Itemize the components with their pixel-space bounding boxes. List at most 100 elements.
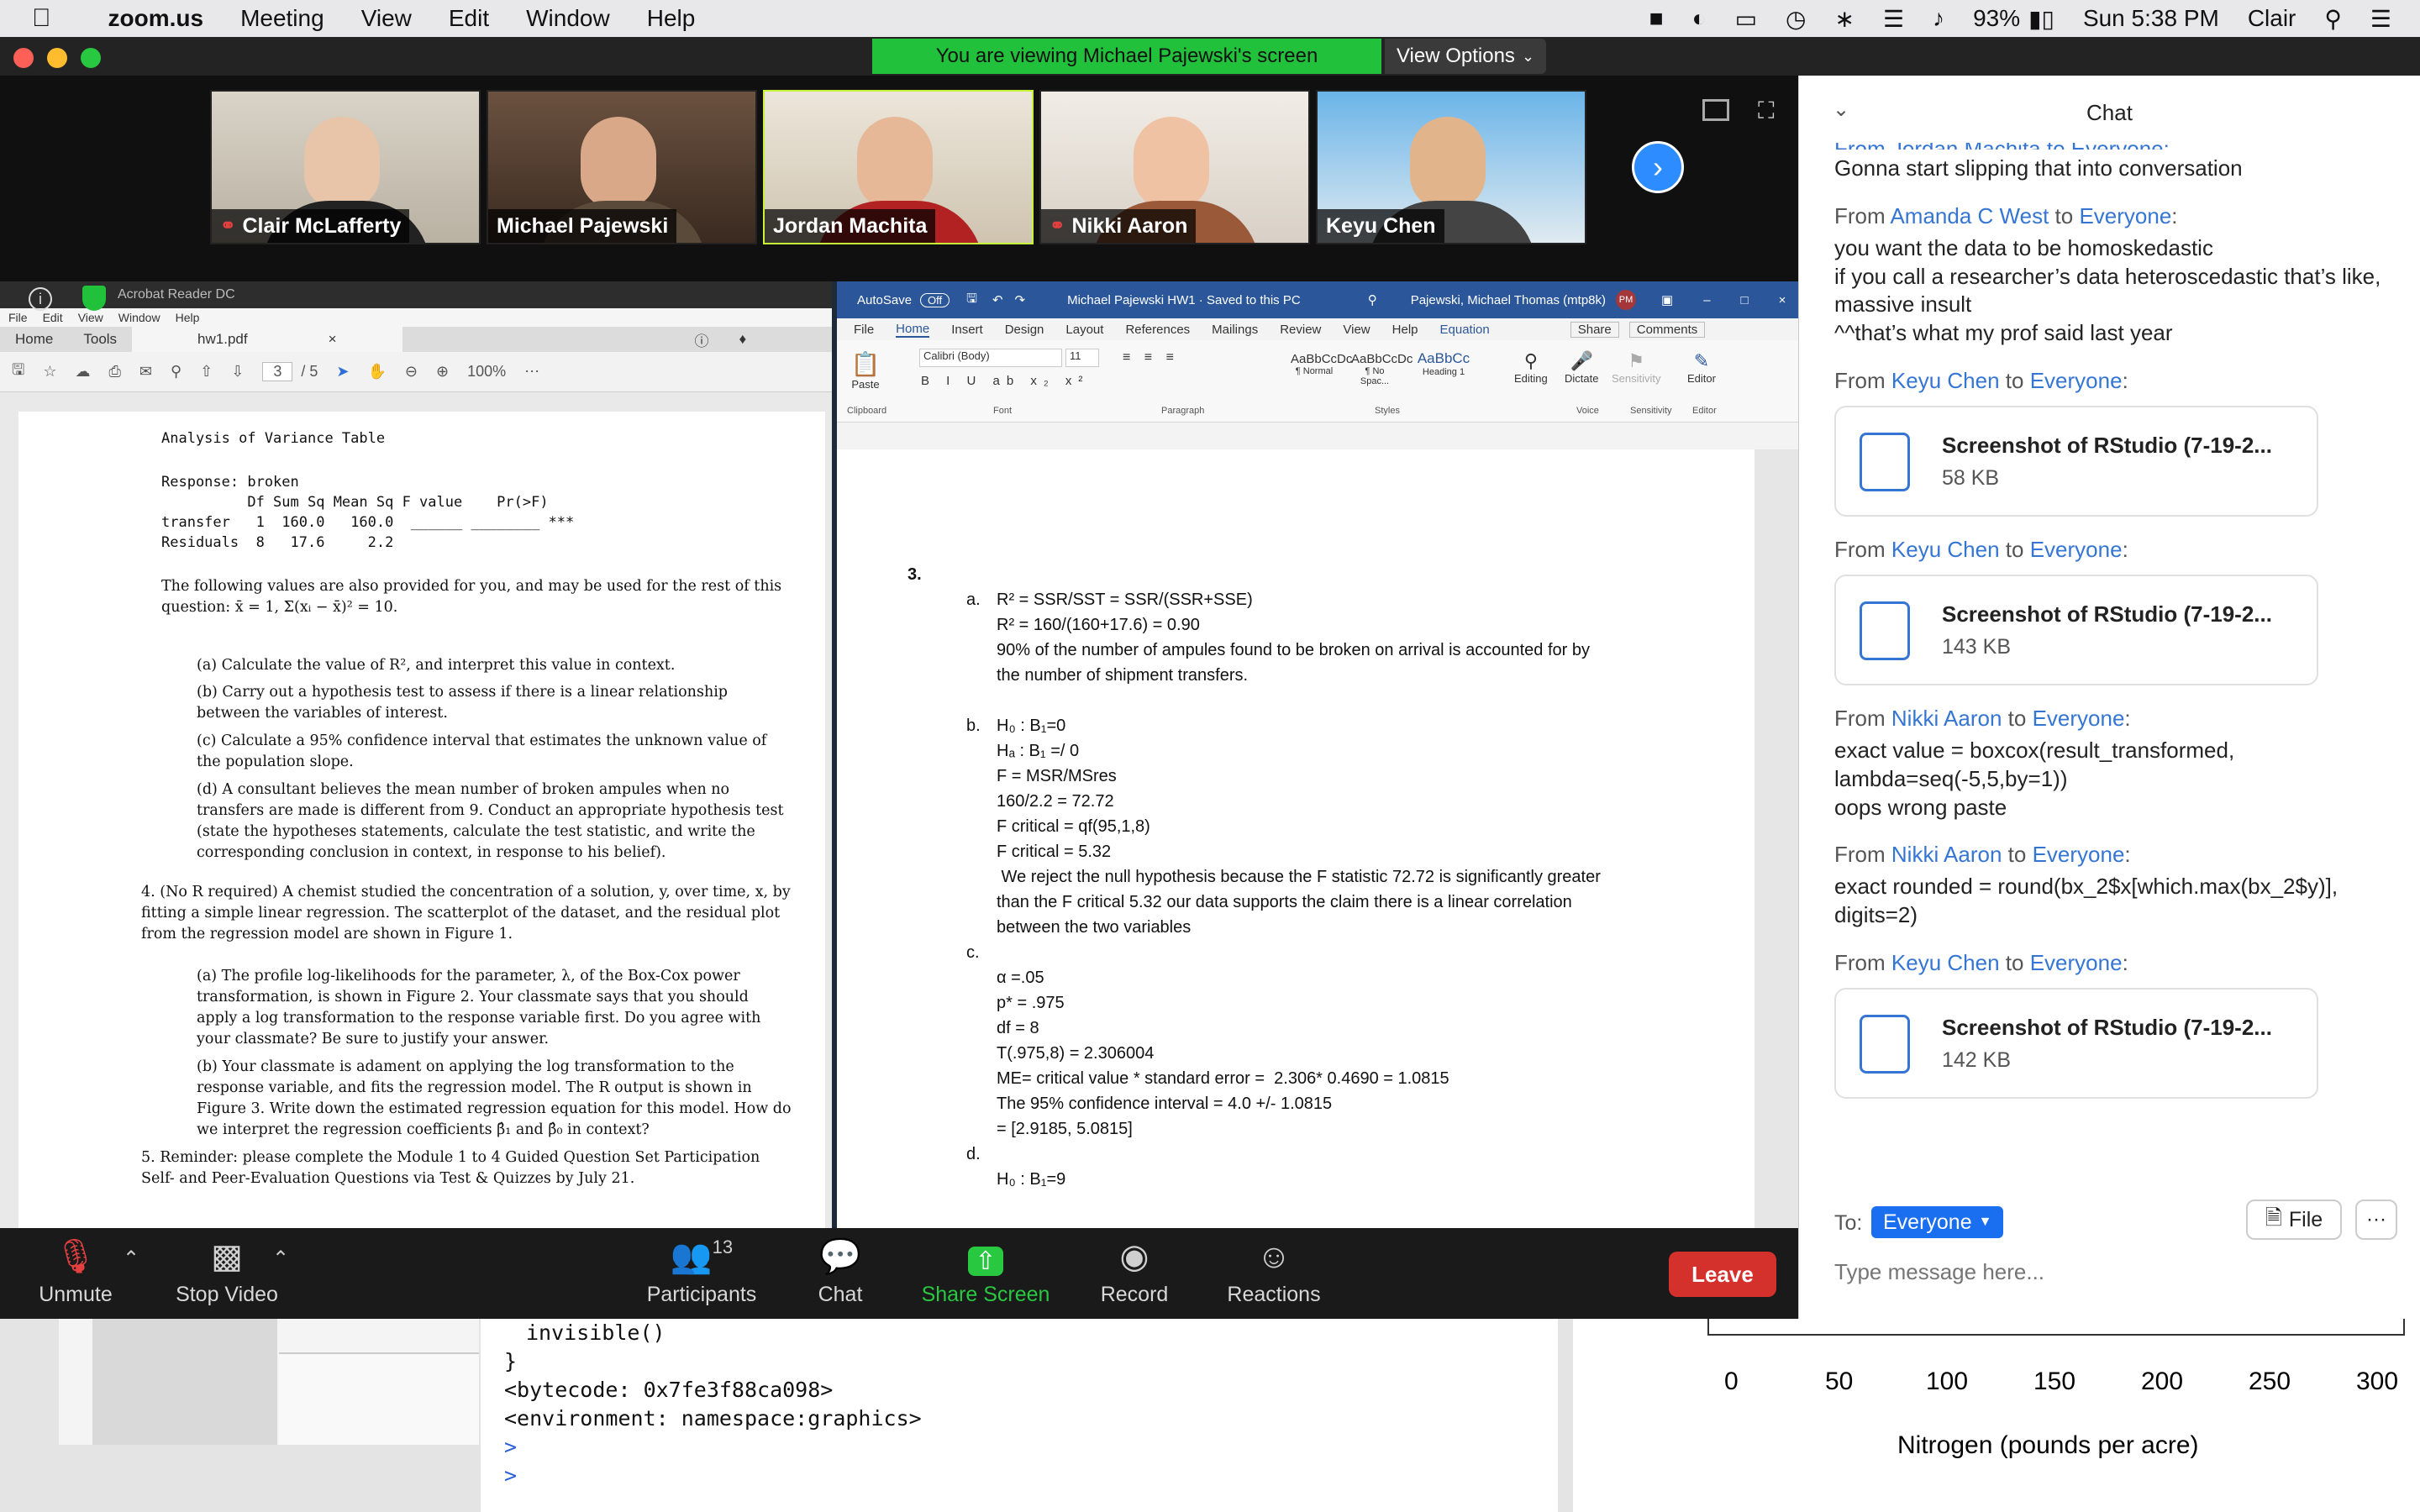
file-attachment[interactable]: Screenshot of RStudio (7-19-2... 58 KB	[1834, 405, 2318, 517]
battery-percent[interactable]: 93%	[1973, 5, 2020, 32]
save-icon[interactable]: 🖫	[966, 290, 977, 311]
font-format-buttons[interactable]: B I U ab x₂ x²	[921, 374, 1089, 388]
participant-tile[interactable]: ⚭ Clair McLafferty	[210, 90, 481, 244]
document-page[interactable]: 3. a. R² = SSR/SST = SSR/(SSR+SSE) R² = …	[837, 449, 1754, 1231]
page-number-input[interactable]: 3	[262, 362, 293, 381]
ribbon-tab-file[interactable]: File	[854, 323, 874, 337]
next-page-arrow-icon[interactable]: ›	[1632, 141, 1684, 193]
spotlight-icon[interactable]: ⚲	[2324, 5, 2342, 33]
search-icon[interactable]: ⚲	[1368, 292, 1377, 307]
menu-app-name[interactable]: zoom.us	[108, 5, 204, 32]
sender-name[interactable]: Keyu Chen	[1891, 950, 2000, 975]
dictate-button[interactable]: 🎤 Dictate	[1565, 350, 1598, 385]
hand-tool-icon[interactable]: ✋	[367, 363, 386, 381]
sender-name[interactable]: Keyu Chen	[1891, 537, 2000, 562]
audio-options-chevron-icon[interactable]: ⌃	[123, 1247, 139, 1271]
minimize-window-button[interactable]	[47, 48, 67, 68]
page-down-icon[interactable]: ⇩	[231, 363, 244, 381]
zoom-window-button[interactable]	[81, 48, 101, 68]
editing-button[interactable]: ⚲ Editing	[1514, 350, 1548, 385]
menu-help[interactable]: Help	[647, 5, 696, 32]
chat-button[interactable]: 💬 Chat	[807, 1228, 874, 1319]
close-icon[interactable]: ×	[1779, 293, 1786, 307]
participant-tile[interactable]: Keyu Chen	[1316, 90, 1586, 244]
sender-name[interactable]: Amanda C West	[1890, 203, 2049, 228]
info-icon[interactable]: i	[29, 287, 52, 311]
tab-home[interactable]: Home	[0, 331, 68, 348]
maximize-icon[interactable]: □	[1741, 293, 1749, 307]
autosave-toggle[interactable]: Off	[920, 292, 950, 307]
stop-video-button[interactable]: ▩ Stop Video	[168, 1228, 286, 1319]
participant-tile[interactable]: Michael Pajewski	[487, 90, 757, 244]
ribbon-tab-view[interactable]: View	[1343, 323, 1370, 337]
paste-button[interactable]: 📋 Paste	[849, 350, 882, 391]
share-button[interactable]: Share	[1570, 321, 1619, 338]
recipient-name[interactable]: Everyone	[2030, 537, 2123, 562]
minimize-icon[interactable]: –	[1703, 293, 1710, 307]
undo-icon[interactable]: ↶	[992, 292, 1003, 307]
participants-button[interactable]: 👥13 Participants	[639, 1228, 765, 1319]
menu-window[interactable]: Window	[526, 5, 610, 32]
participant-tile-active-speaker[interactable]: Jordan Machita	[763, 90, 1034, 244]
ribbon-tab-design[interactable]: Design	[1005, 323, 1044, 337]
menu-meeting[interactable]: Meeting	[240, 5, 324, 32]
menu-edit[interactable]: Edit	[449, 5, 489, 32]
ribbon-tab-help[interactable]: Help	[1392, 323, 1418, 337]
sender-name[interactable]: Keyu Chen	[1891, 368, 2000, 393]
recipient-name[interactable]: Everyone	[2030, 368, 2123, 393]
airplay-icon[interactable]: ▭	[1735, 5, 1757, 33]
file-button[interactable]: 🗎 File	[2246, 1200, 2342, 1240]
close-window-button[interactable]	[13, 48, 34, 68]
apple-icon[interactable]: 	[32, 4, 51, 33]
video-options-chevron-icon[interactable]: ⌃	[272, 1247, 289, 1271]
acrobat-menu-help[interactable]: Help	[176, 311, 200, 324]
more-tools-icon[interactable]: ⋯	[524, 363, 539, 381]
print-icon[interactable]: ⎙	[108, 363, 120, 381]
recipient-name[interactable]: Everyone	[2033, 706, 2125, 731]
editor-button[interactable]: ✎ Editor	[1687, 350, 1716, 385]
zoom-level[interactable]: 100%	[467, 363, 506, 381]
gallery-view-icon[interactable]	[1702, 99, 1729, 121]
more-options-button[interactable]: ···	[2355, 1200, 2397, 1240]
ribbon-tab-review[interactable]: Review	[1280, 323, 1321, 337]
view-options-button[interactable]: View Options ⌄	[1385, 39, 1546, 74]
recipient-name[interactable]: Everyone	[2033, 842, 2125, 867]
font-name-select[interactable]: Calibri (Body)	[919, 349, 1062, 367]
acrobat-menu-view[interactable]: View	[78, 311, 103, 324]
sync-icon[interactable]: ◐	[1692, 5, 1707, 32]
bluetooth-icon[interactable]: ∗	[1834, 5, 1854, 33]
control-center-icon[interactable]: ☰	[2370, 5, 2391, 33]
r-console[interactable]: invisible() } <bytecode: 0x7fe3f88ca098>…	[481, 1319, 1558, 1512]
time-machine-icon[interactable]: ◷	[1786, 5, 1806, 33]
battery-icon[interactable]: ▮▯	[2028, 5, 2054, 33]
participant-tile[interactable]: ⚭ Nikki Aaron	[1039, 90, 1310, 244]
select-cursor-icon[interactable]: ➤	[336, 363, 349, 381]
fullscreen-icon[interactable]: ⛶	[1758, 97, 1775, 125]
ribbon-tab-insert[interactable]: Insert	[951, 323, 983, 337]
style-no-spacing[interactable]: AaBbCcDc ¶ No Spac...	[1351, 352, 1413, 386]
ribbon-tab-home[interactable]: Home	[896, 322, 930, 338]
star-icon[interactable]: ☆	[43, 363, 56, 381]
mail-icon[interactable]: ✉	[139, 363, 152, 381]
leave-button[interactable]: Leave	[1669, 1252, 1776, 1297]
upload-icon[interactable]: ☁	[75, 363, 90, 381]
avatar[interactable]: PM	[1616, 290, 1636, 310]
zoom-out-icon[interactable]: ⊖	[405, 363, 418, 381]
bell-icon[interactable]: ♦	[724, 331, 762, 348]
sender-name[interactable]: Nikki Aaron	[1891, 842, 2002, 867]
style-normal[interactable]: AaBbCcDc ¶ Normal	[1291, 352, 1352, 376]
recipient-dropdown[interactable]: Everyone ▼	[1871, 1206, 2004, 1238]
unmute-button[interactable]: 🎙 Unmute	[34, 1228, 118, 1319]
style-heading-1[interactable]: AaBbCc Heading 1	[1417, 350, 1470, 377]
acrobat-menu-edit[interactable]: Edit	[43, 311, 63, 324]
acrobat-menu-window[interactable]: Window	[118, 311, 160, 324]
record-button[interactable]: ◉ Record	[1092, 1228, 1176, 1319]
redo-icon[interactable]: ↷	[1015, 292, 1026, 307]
ribbon-tab-layout[interactable]: Layout	[1065, 323, 1103, 337]
comments-button[interactable]: Comments	[1628, 321, 1706, 338]
font-size-select[interactable]: 11	[1065, 349, 1099, 367]
sender-name[interactable]: Nikki Aaron	[1891, 706, 2002, 731]
ribbon-tab-mailings[interactable]: Mailings	[1212, 323, 1258, 337]
recipient-name[interactable]: Everyone	[2030, 950, 2123, 975]
paragraph-buttons[interactable]: ≡ ≡ ≡	[1123, 350, 1179, 365]
